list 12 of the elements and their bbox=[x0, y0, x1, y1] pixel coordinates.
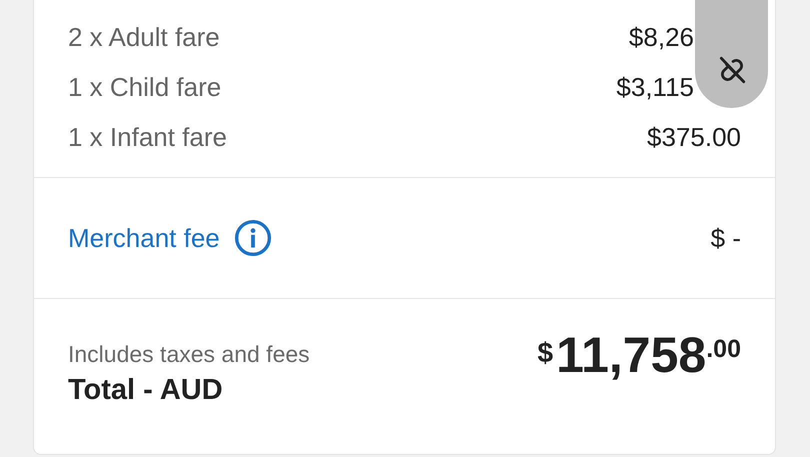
fare-amount: $8,26 bbox=[628, 22, 694, 52]
fare-amount: $375.00 bbox=[647, 122, 741, 152]
merchant-fee-amount: $ - bbox=[710, 222, 741, 254]
taxes-note: Includes taxes and fees bbox=[68, 341, 310, 368]
info-icon[interactable] bbox=[234, 219, 272, 257]
fare-label: 1 x Infant fare bbox=[68, 122, 227, 152]
floating-handle[interactable] bbox=[695, 0, 768, 108]
fare-amount: $3,115 bbox=[616, 72, 694, 102]
fare-label: 1 x Child fare bbox=[68, 72, 222, 102]
merchant-fee-link[interactable]: Merchant fee bbox=[68, 222, 220, 254]
fare-label: 2 x Adult fare bbox=[68, 22, 220, 52]
total-label: Total - AUD bbox=[68, 374, 224, 407]
